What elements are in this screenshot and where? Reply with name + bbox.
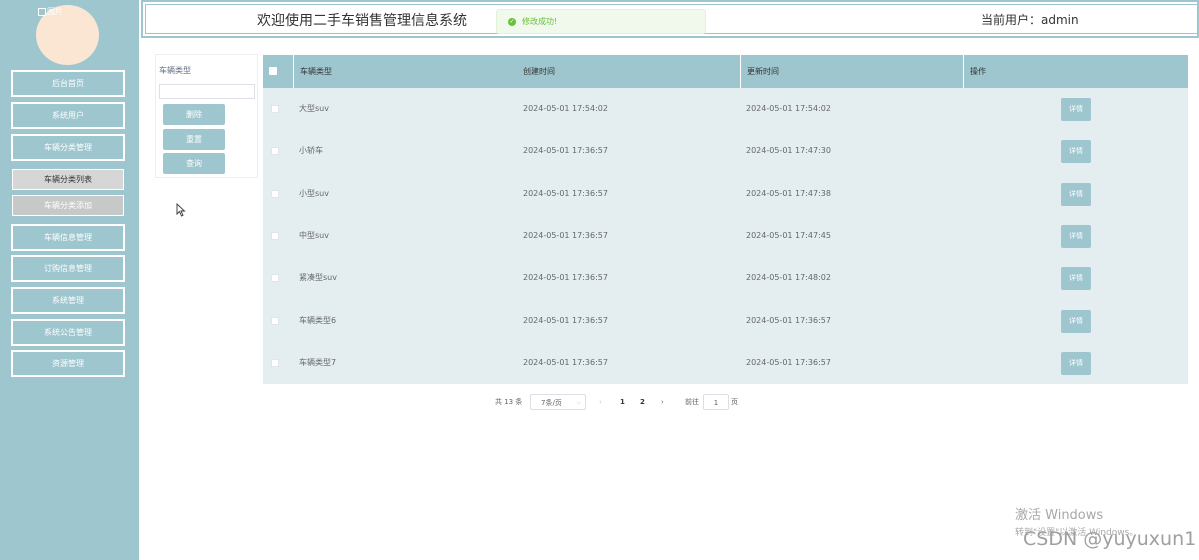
cell-type: 大型suv	[299, 104, 329, 113]
delete-button[interactable]: 删除	[163, 104, 225, 125]
cell-created: 2024-05-01 17:36:57	[523, 273, 608, 283]
table-row: 小轿车 2024-05-01 17:36:57 2024-05-01 17:47:3…	[263, 130, 1188, 172]
cell-created: 2024-05-01 17:54:02	[523, 104, 608, 113]
row-checkbox[interactable]	[271, 105, 279, 113]
search-panel: 车辆类型 删除 重置 查询	[155, 54, 258, 178]
page-number-1[interactable]: 1	[620, 394, 625, 410]
column-header-actions-label: 操作	[970, 67, 986, 76]
cell-updated: 2024-05-01 17:47:45	[746, 230, 831, 240]
detail-button[interactable]: 详情	[1061, 182, 1091, 206]
windows-activation-title: 激活 Windows	[1015, 508, 1104, 523]
cell-created: 2024-05-01 17:36:57	[523, 188, 608, 198]
sidebar-item-home[interactable]: 后台首页	[11, 70, 125, 97]
cell-updated: 2024-05-01 17:47:38	[746, 188, 831, 198]
sidebar-subitem-category-add[interactable]: 车辆分类添加	[12, 195, 124, 216]
page-suffix-label: 页	[731, 398, 738, 406]
row-checkbox[interactable]	[271, 147, 279, 156]
table-row: 车辆类型6 2024-05-01 17:36:57 2024-05-01 17:36…	[263, 300, 1188, 342]
csdn-watermark: CSDN @yuyuxun1	[1023, 528, 1197, 550]
cell-type: 车辆类型6	[299, 315, 337, 325]
row-checkbox[interactable]	[271, 358, 279, 367]
page-size-select[interactable]: 7条/页 ⌵	[530, 394, 586, 410]
query-button[interactable]: 查询	[163, 153, 225, 174]
pagination-total: 共 13 条	[495, 398, 523, 406]
table-row: 车辆类型7 2024-05-01 17:36:57 2024-05-01 17:36…	[263, 342, 1188, 384]
sidebar-item-vehicle-category[interactable]: 车辆分类管理	[11, 134, 125, 161]
detail-button[interactable]: 详情	[1061, 309, 1091, 333]
sidebar-item-order-info[interactable]: 订购信息管理	[11, 255, 125, 282]
detail-button[interactable]: 详情	[1061, 140, 1091, 164]
cell-created: 2024-05-01 17:36:57	[523, 315, 608, 325]
goto-page-input[interactable]: 1	[703, 394, 729, 410]
row-checkbox[interactable]	[271, 231, 279, 240]
chevron-down-icon: ⌵	[576, 399, 581, 406]
column-header-created-label: 创建时间	[523, 67, 555, 76]
success-check-icon: ✓	[508, 18, 516, 26]
column-header-updated-label: 更新时间	[747, 67, 779, 76]
sidebar-item-vehicle-info[interactable]: 车辆信息管理	[11, 224, 125, 251]
sidebar-item-announcements[interactable]: 系统公告管理	[11, 319, 125, 346]
sidebar-item-resources[interactable]: 资源管理	[11, 350, 125, 377]
row-checkbox[interactable]	[271, 274, 279, 283]
cell-updated: 2024-05-01 17:36:57	[746, 357, 831, 367]
cell-updated: 2024-05-01 17:54:02	[746, 104, 831, 113]
detail-button[interactable]: 详情	[1061, 98, 1091, 121]
search-label: 车辆类型	[159, 66, 191, 75]
cell-updated: 2024-05-01 17:47:30	[746, 146, 831, 156]
column-header-type-label: 车辆类型	[300, 67, 332, 76]
page-size-value: 7条/页	[541, 399, 562, 407]
cell-type: 小轿车	[299, 146, 323, 156]
table-header: 车辆类型 创建时间 更新时间 操作	[263, 55, 1188, 88]
cell-updated: 2024-05-01 17:48:02	[746, 273, 831, 283]
sidebar-subitem-category-list[interactable]: 车辆分类列表	[12, 169, 124, 190]
column-header-created: 创建时间	[517, 55, 741, 88]
vehicle-type-search-input[interactable]	[159, 84, 255, 99]
next-page-button[interactable]: ›	[661, 394, 664, 410]
cell-type: 车辆类型7	[299, 357, 337, 367]
cell-created: 2024-05-01 17:36:57	[523, 230, 608, 240]
table-row: 大型suv 2024-05-01 17:54:02 2024-05-01 17:54…	[263, 88, 1188, 130]
detail-button[interactable]: 详情	[1061, 224, 1091, 248]
select-all-header	[263, 55, 294, 88]
cell-created: 2024-05-01 17:36:57	[523, 146, 608, 156]
goto-label: 前往	[685, 398, 699, 406]
cell-type: 小型suv	[299, 188, 329, 198]
success-toast: ✓ 修改成功!	[496, 9, 706, 34]
site-title: 欢迎使用二手车销售管理信息系统	[257, 13, 467, 29]
sidebar: 图片 后台首页 系统用户 车辆分类管理 车辆分类列表 车辆分类添加 车辆信息管理…	[0, 0, 139, 560]
column-header-updated: 更新时间	[741, 55, 964, 88]
table-row: 小型suv 2024-05-01 17:36:57 2024-05-01 17:47…	[263, 173, 1188, 215]
row-checkbox[interactable]	[271, 316, 279, 325]
cell-updated: 2024-05-01 17:36:57	[746, 315, 831, 325]
detail-button[interactable]: 详情	[1061, 351, 1091, 375]
cell-type: 紧凑型suv	[299, 273, 337, 283]
sidebar-item-system-management[interactable]: 系统管理	[11, 287, 125, 314]
cell-created: 2024-05-01 17:36:57	[523, 357, 608, 367]
page-number-2[interactable]: 2	[640, 394, 645, 410]
cell-type: 中型suv	[299, 230, 329, 240]
prev-page-button[interactable]: ‹	[599, 394, 602, 410]
sidebar-item-system-users[interactable]: 系统用户	[11, 102, 125, 129]
table-row: 中型suv 2024-05-01 17:36:57 2024-05-01 17:47…	[263, 215, 1188, 257]
row-checkbox[interactable]	[271, 189, 279, 198]
detail-button[interactable]: 详情	[1061, 267, 1091, 291]
select-all-checkbox[interactable]	[269, 67, 277, 75]
mouse-cursor-icon	[176, 203, 186, 217]
avatar-broken-image-icon: 图片	[38, 6, 63, 17]
reset-button[interactable]: 重置	[163, 129, 225, 150]
avatar: 图片	[36, 5, 99, 65]
vehicle-category-table: 车辆类型 创建时间 更新时间 操作 大型suv 2024-05-01 17:54:…	[263, 55, 1188, 384]
table-row: 紧凑型suv 2024-05-01 17:36:57 2024-05-01 17:4…	[263, 257, 1188, 299]
pagination: 共 13 条 7条/页 ⌵ ‹ 1 2 › 前往 1 页	[495, 394, 755, 410]
column-header-actions: 操作	[964, 55, 1188, 88]
toast-message: 修改成功!	[522, 17, 558, 26]
current-user-label: 当前用户：admin	[981, 13, 1079, 27]
